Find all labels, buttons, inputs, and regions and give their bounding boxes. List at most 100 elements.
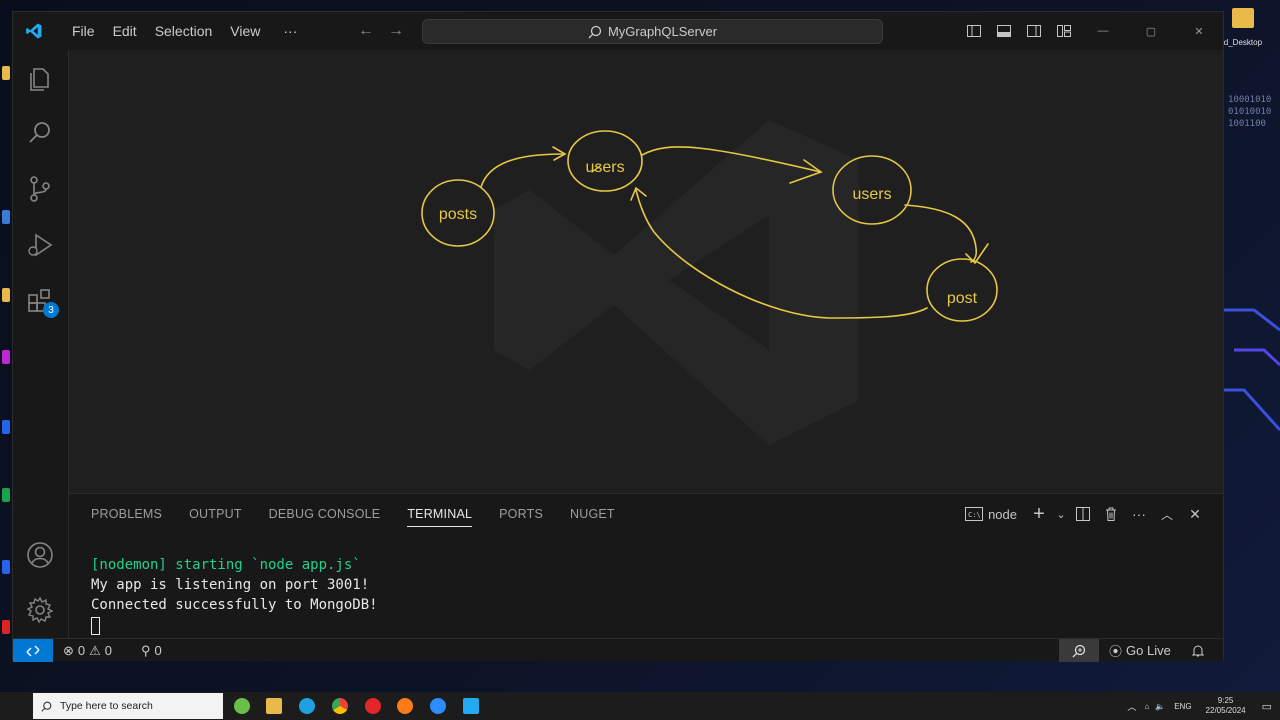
editor-area: posts users users post: [69, 50, 1223, 492]
file-explorer-icon[interactable]: [266, 698, 282, 714]
error-icon: ⊗: [63, 642, 74, 658]
language-indicator[interactable]: ENG: [1168, 702, 1197, 711]
go-live-label: Go Live: [1126, 643, 1171, 658]
svg-text:C:\: C:\: [968, 511, 981, 519]
windows-start-icon[interactable]: [0, 692, 32, 720]
command-center-text: MyGraphQLServer: [607, 24, 718, 39]
toggle-primary-sidebar-icon[interactable]: [959, 12, 989, 50]
close-icon[interactable]: ✕: [1175, 12, 1223, 50]
bottom-panel: PROBLEMS OUTPUT DEBUG CONSOLE TERMINAL P…: [69, 493, 1223, 648]
tray-chevron-up-icon[interactable]: ︿: [1122, 700, 1141, 713]
remote-indicator-icon[interactable]: [13, 639, 53, 662]
zoom-icon[interactable]: [1059, 639, 1099, 662]
toggle-secondary-sidebar-icon[interactable]: [1019, 12, 1049, 50]
problems-status[interactable]: ⊗ 0 ⚠ 0: [63, 639, 112, 662]
tab-nuget[interactable]: NUGET: [570, 507, 615, 527]
diagram-label-users-right: users: [852, 186, 891, 203]
system-tray: ︿ ⌂ 🔈 ENG 9:25 22/05/2024 ▭: [1122, 692, 1280, 720]
terminal-selector[interactable]: C:\ node: [965, 503, 1025, 525]
search-icon: [41, 701, 52, 712]
folder-icon[interactable]: [1232, 8, 1254, 28]
opera-icon[interactable]: [365, 698, 381, 714]
tab-ports[interactable]: PORTS: [499, 507, 543, 527]
back-arrow-icon[interactable]: ←: [358, 22, 374, 40]
minimize-icon[interactable]: —: [1079, 12, 1127, 50]
notifications-bell-icon[interactable]: [1191, 639, 1205, 662]
clock[interactable]: 9:25 22/05/2024: [1198, 696, 1254, 716]
warning-count: 0: [104, 643, 113, 658]
warning-icon: ⚠: [89, 642, 101, 658]
status-bar: ⊗ 0 ⚠ 0 ⚲ 0 ⦿ Go Live: [13, 638, 1223, 662]
folder-label: ld_Desktop: [1224, 38, 1263, 47]
maximize-panel-icon[interactable]: ︿: [1153, 503, 1181, 525]
split-terminal-icon[interactable]: [1069, 503, 1097, 525]
settings-gear-icon[interactable]: [25, 595, 55, 625]
chevron-down-icon[interactable]: ⌄: [1053, 503, 1069, 525]
search-icon[interactable]: [25, 118, 55, 148]
clock-date: 22/05/2024: [1205, 706, 1246, 715]
menu-bar: File Edit Selection View ···: [63, 12, 306, 50]
broadcast-icon: ⦿: [1109, 644, 1123, 659]
notification-center-icon[interactable]: ▭: [1254, 700, 1280, 713]
broadcast-icon: ⚲: [141, 642, 151, 658]
taskbar-search-box[interactable]: Type here to search: [33, 693, 223, 719]
account-icon[interactable]: [25, 540, 55, 570]
network-icon[interactable]: ⌂: [1141, 702, 1152, 711]
terminal-cursor[interactable]: [91, 617, 100, 635]
terminal-line-1: [nodemon] starting `node app.js`: [91, 557, 361, 573]
volume-icon[interactable]: 🔈: [1152, 702, 1168, 711]
binary-wallpaper-text: 10001010 01010010 1001100: [1228, 95, 1272, 129]
taskbar: Type here to search ︿ ⌂ 🔈 ENG 9:25 22/05…: [0, 692, 1280, 720]
taskbar-search-placeholder: Type here to search: [60, 700, 153, 712]
more-actions-icon[interactable]: ···: [1125, 503, 1153, 525]
trash-icon[interactable]: [1097, 503, 1125, 525]
ports-count: 0: [154, 643, 162, 658]
menu-file[interactable]: File: [63, 23, 104, 39]
diagram-label-posts: posts: [439, 206, 477, 223]
window-controls: — ▢ ✕: [959, 12, 1223, 50]
toggle-panel-icon[interactable]: [989, 12, 1019, 50]
menu-view[interactable]: View: [221, 23, 269, 39]
error-count: 0: [77, 643, 86, 658]
chrome-icon[interactable]: [332, 698, 348, 714]
forward-arrow-icon[interactable]: →: [388, 22, 404, 40]
vscode-taskbar-icon[interactable]: [463, 698, 479, 714]
ports-status[interactable]: ⚲ 0: [141, 639, 162, 662]
terminal-icon: C:\: [965, 507, 984, 521]
run-debug-icon[interactable]: [25, 230, 55, 260]
clock-time: 9:25: [1217, 696, 1234, 705]
firefox-icon[interactable]: [397, 698, 413, 714]
source-control-icon[interactable]: [25, 174, 55, 204]
go-live-button[interactable]: ⦿ Go Live: [1109, 639, 1171, 662]
command-center-search[interactable]: MyGraphQLServer: [422, 19, 883, 44]
maximize-icon[interactable]: ▢: [1127, 12, 1175, 50]
tab-debug-console[interactable]: DEBUG CONSOLE: [269, 507, 381, 527]
activity-bar: 3: [13, 50, 69, 648]
new-terminal-plus-icon[interactable]: +: [1025, 503, 1053, 525]
panel-toolbar: C:\ node + ⌄ ··· ︿ ✕: [965, 503, 1209, 525]
vscode-window: File Edit Selection View ··· ← → MyGraph…: [12, 11, 1224, 662]
tab-terminal[interactable]: TERMINAL: [407, 507, 473, 527]
tab-problems[interactable]: PROBLEMS: [91, 507, 162, 527]
customize-layout-icon[interactable]: [1049, 12, 1079, 50]
menu-edit[interactable]: Edit: [104, 23, 146, 39]
panel-tabs: PROBLEMS OUTPUT DEBUG CONSOLE TERMINAL P…: [91, 507, 615, 527]
explorer-icon[interactable]: [25, 64, 55, 94]
navigation-arrows: ← →: [358, 22, 404, 40]
desktop-right-area: ld_Desktop 10001010 01010010 1001100: [1224, 0, 1280, 692]
tab-output[interactable]: OUTPUT: [189, 507, 242, 527]
search-icon: [588, 25, 602, 38]
desktop-icons-strip: [0, 60, 12, 660]
diagram-label-users-left: users: [585, 159, 624, 176]
arrow-posts-to-users: [480, 153, 564, 188]
zoom-app-icon[interactable]: [430, 698, 446, 714]
diagram-label-post: post: [947, 290, 978, 307]
menu-more[interactable]: ···: [269, 23, 306, 39]
menu-selection[interactable]: Selection: [146, 23, 222, 39]
terminal-line-2: My app is listening on port 3001!: [91, 577, 370, 593]
extensions-badge: 3: [43, 302, 59, 318]
edge-browser-icon[interactable]: [299, 698, 315, 714]
app-icon-green[interactable]: [234, 698, 250, 714]
close-panel-icon[interactable]: ✕: [1181, 503, 1209, 525]
vscode-logo-icon: [26, 23, 42, 39]
